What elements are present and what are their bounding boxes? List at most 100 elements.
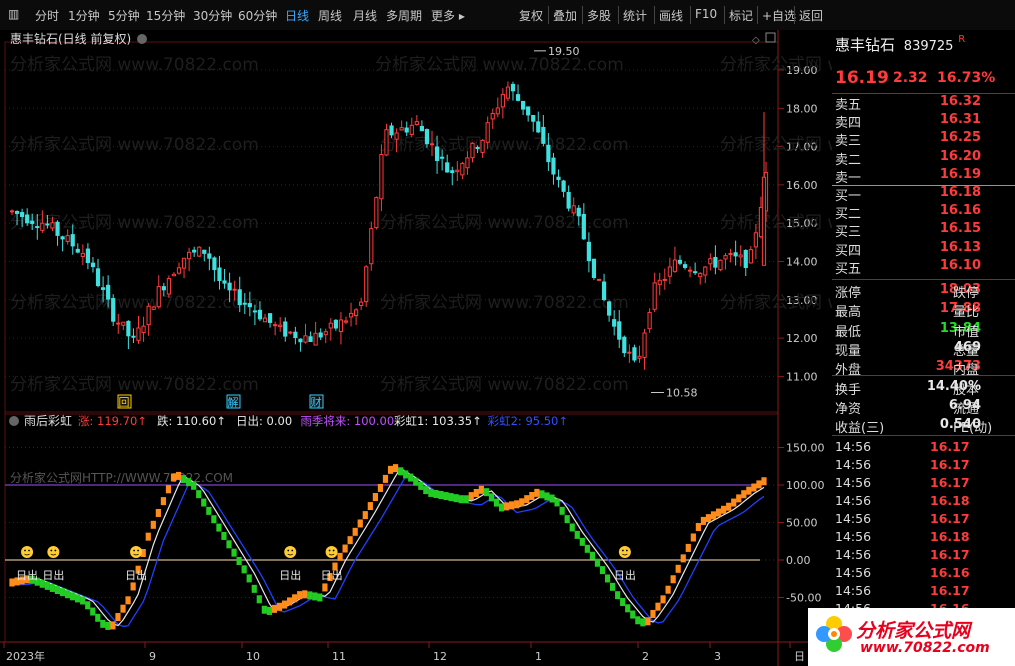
indicator-block xyxy=(524,495,530,504)
candle-body xyxy=(541,126,546,144)
toolbar-separator xyxy=(690,6,691,24)
period-tab-10[interactable]: 更多 ▸ xyxy=(431,7,465,24)
watermark-text: 分析家公式网 www.70822.com xyxy=(380,135,629,155)
indicator-block xyxy=(635,616,641,625)
sun-face-icon xyxy=(618,546,631,558)
stat-label: 现量 xyxy=(835,343,862,359)
sun-eye xyxy=(24,549,26,552)
indicator-block xyxy=(90,607,96,616)
orderbook-row: 卖三 16.25 xyxy=(832,130,1015,149)
candle-body xyxy=(723,255,728,260)
indicator-block xyxy=(44,581,50,590)
tick-time: 14:56 xyxy=(835,529,872,544)
indicator-block xyxy=(463,495,469,504)
candle-body xyxy=(693,271,698,274)
candle-body xyxy=(708,258,713,265)
period-tab-9[interactable]: 多周期 xyxy=(386,7,422,24)
indicator-block xyxy=(357,519,363,528)
sunrise-label: 日出 xyxy=(42,568,64,582)
candle-body xyxy=(80,252,85,257)
orderbook-row: 卖四 16.31 xyxy=(832,112,1015,131)
candle-body xyxy=(222,280,227,284)
indicator-block xyxy=(246,574,252,583)
candle-body xyxy=(404,127,409,133)
stat-label-2: 跌停 xyxy=(953,286,980,301)
orderbook-price: 16.16 xyxy=(939,203,981,219)
indicator-block xyxy=(579,537,585,546)
x-axis-label: 1 xyxy=(535,650,542,663)
toolbar-action-4[interactable]: 画线 xyxy=(659,7,683,24)
orderbook-row: 卖五 16.32 xyxy=(832,94,1015,113)
period-tab-7[interactable]: 周线 xyxy=(318,7,342,24)
candle-body xyxy=(571,205,576,214)
candle-body xyxy=(141,325,146,334)
indicator-axis-label: 0.00 xyxy=(786,554,811,567)
toolbar-action-5[interactable]: F10 xyxy=(695,7,717,21)
candle-body xyxy=(662,278,667,281)
toolbar: 分时 1分钟 5分钟 15分钟 30分钟 60分钟 日线 周线 月线 多周期 更多 ▸ ▥ 复权 叠加 多股… xyxy=(0,0,1015,31)
candle-body xyxy=(526,106,531,116)
period-tab-0[interactable]: 分时 xyxy=(35,7,59,24)
candle-body xyxy=(328,322,333,329)
indicator-block xyxy=(478,485,484,494)
price-axis-label: 11.00 xyxy=(786,370,818,383)
indicator-block xyxy=(630,610,636,619)
candle-body xyxy=(389,125,394,136)
toolbar-action-7[interactable]: +自选 xyxy=(762,7,796,24)
indicator-block xyxy=(85,601,91,610)
indicator-block xyxy=(226,540,232,549)
candle-body xyxy=(586,241,591,262)
indicator-block xyxy=(488,493,495,502)
period-tab-8[interactable]: 月线 xyxy=(353,7,377,24)
candle-body xyxy=(293,331,298,339)
candle-body xyxy=(460,162,465,176)
period-tab-1[interactable]: 1分钟 xyxy=(68,7,100,24)
watermark-text: 分析家公式网 www.70822.com xyxy=(380,293,629,313)
candle-body xyxy=(166,278,171,295)
indicator-block xyxy=(312,592,318,601)
chart-area[interactable]: 19.0018.0017.0016.0015.0014.0013.0012.00… xyxy=(0,30,832,666)
indicator-block xyxy=(443,492,449,501)
indicator-block xyxy=(705,514,712,523)
indicator-block xyxy=(387,465,394,474)
candle-body xyxy=(687,269,693,272)
candle-body xyxy=(161,286,166,291)
watermark-text: 分析家公式网 www.70822.com xyxy=(10,55,259,75)
toolbar-action-2[interactable]: 多股 xyxy=(587,7,611,24)
period-tab-4[interactable]: 30分钟 xyxy=(193,7,232,24)
indicator-dropdown-icon[interactable] xyxy=(9,416,19,426)
indicator-block xyxy=(59,588,66,597)
orderbook-label: 卖五 xyxy=(835,98,862,113)
candle-body xyxy=(657,279,662,285)
tick-row: 14:56 16.17 xyxy=(832,475,1015,493)
period-tab-2[interactable]: 5分钟 xyxy=(108,7,140,24)
price-axis-label: 18.00 xyxy=(786,102,818,115)
candle-body xyxy=(202,249,207,254)
watermark-text: 分析家公式网 www.70822.com xyxy=(720,213,832,233)
x-axis-label: 3 xyxy=(714,650,721,663)
period-tab-6[interactable]: 日线 xyxy=(285,7,309,24)
title-dropdown-icon[interactable] xyxy=(137,34,147,44)
toolbar-action-8[interactable]: 返回 xyxy=(799,7,823,24)
candle-body xyxy=(647,311,652,330)
toolbar-action-3[interactable]: 统计 xyxy=(623,7,647,24)
period-tab-3[interactable]: 15分钟 xyxy=(146,7,185,24)
indicator-block xyxy=(100,619,106,628)
candle-body xyxy=(622,336,627,354)
indicator-axis-label: 100.00 xyxy=(786,479,825,492)
indicator-block xyxy=(342,544,348,553)
candle-body xyxy=(30,220,35,224)
candle-body xyxy=(35,226,40,229)
toolbar-separator xyxy=(757,6,758,24)
candle-body xyxy=(495,107,500,115)
period-tab-5[interactable]: 60分钟 xyxy=(238,7,277,24)
indicator-block xyxy=(64,590,71,599)
orderbook-row: 卖一 16.19 xyxy=(832,166,1015,186)
indicator-block xyxy=(519,498,525,507)
toolbar-action-6[interactable]: 标记 xyxy=(729,7,753,24)
orderbook-price: 16.19 xyxy=(939,166,981,182)
indicator-block xyxy=(75,594,81,603)
toolbar-action-1[interactable]: 叠加 xyxy=(553,7,577,24)
candle-body xyxy=(242,302,247,305)
toolbar-action-0[interactable]: 复权 xyxy=(519,7,543,24)
